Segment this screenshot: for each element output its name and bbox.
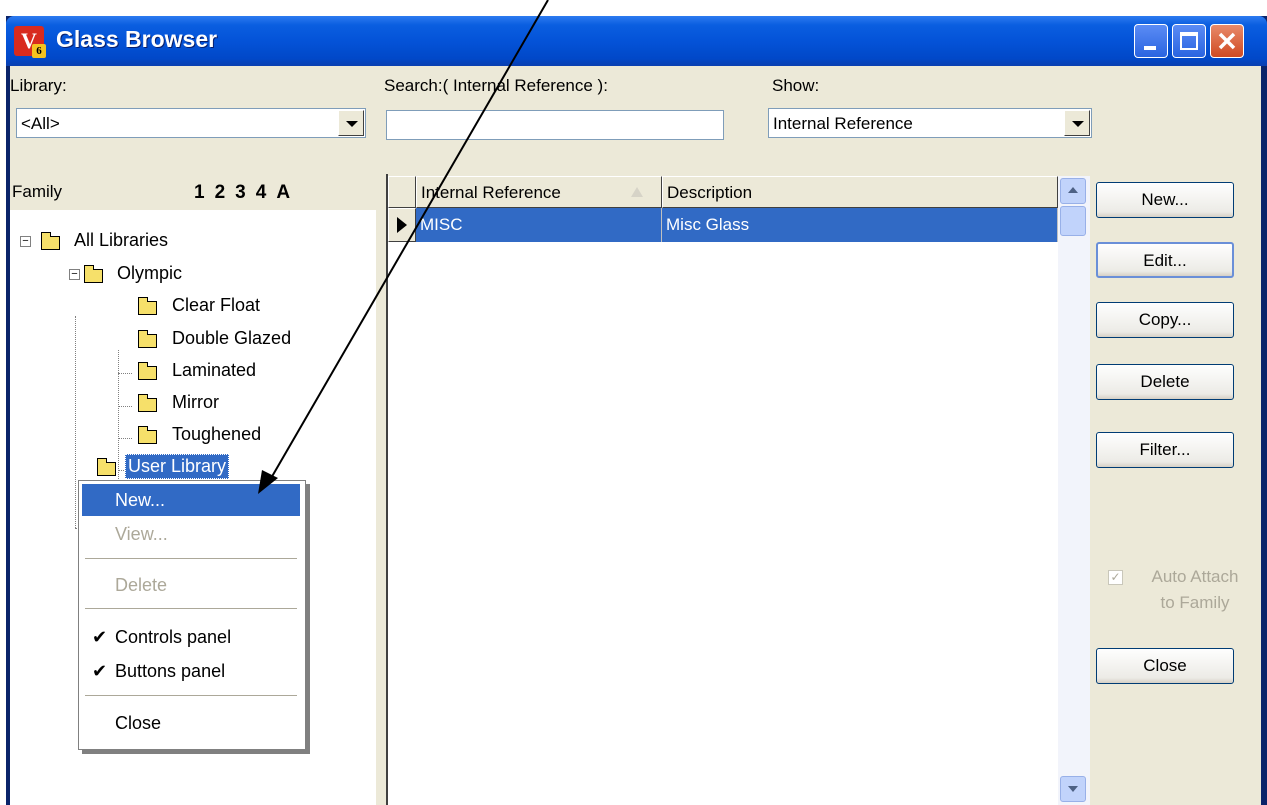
folder-icon (138, 426, 157, 444)
scroll-down-button[interactable] (1060, 776, 1086, 802)
menu-item-new[interactable]: New... (82, 484, 300, 516)
show-select[interactable]: Internal Reference (768, 108, 1092, 138)
cell-internal-reference[interactable]: MISC (416, 208, 662, 242)
column-header-description[interactable]: Description (662, 176, 1058, 208)
window-title: Glass Browser (56, 26, 218, 52)
library-label: Library: (10, 76, 67, 95)
grid-header: Internal Reference Description (388, 176, 1058, 208)
row-indicator-header (388, 176, 416, 208)
menu-item-controls-panel[interactable]: ✔ Controls panel (82, 621, 300, 653)
context-menu: New... View... Delete ✔ Controls panel ✔ B… (78, 480, 306, 750)
tree-line (118, 406, 132, 407)
cell-description[interactable]: Misc Glass (662, 208, 1058, 242)
level-2-button[interactable]: 2 (215, 182, 226, 203)
scroll-thumb[interactable] (1060, 206, 1086, 236)
tree-line (118, 373, 132, 374)
minimize-button[interactable] (1134, 24, 1168, 58)
collapse-icon[interactable]: − (20, 236, 31, 247)
current-row-icon (397, 217, 407, 233)
maximize-button[interactable] (1172, 24, 1206, 58)
minimize-icon (1144, 46, 1156, 50)
column-header-internal-reference[interactable]: Internal Reference (416, 176, 662, 208)
library-value: <All> (21, 114, 60, 133)
copy-button[interactable]: Copy... (1096, 302, 1234, 338)
menu-separator (85, 608, 297, 609)
checkmark-icon: ✔ (92, 661, 108, 681)
chevron-up-icon (1068, 187, 1078, 193)
chevron-down-icon (1072, 121, 1084, 127)
maximize-icon (1180, 32, 1198, 50)
collapse-icon[interactable]: − (69, 269, 80, 280)
panel-splitter[interactable] (376, 174, 388, 805)
menu-separator (85, 558, 297, 559)
family-levels: 1234A (194, 182, 300, 204)
folder-icon (138, 394, 157, 412)
search-input[interactable] (386, 110, 724, 140)
folder-icon (84, 265, 103, 283)
folder-icon (138, 330, 157, 348)
title-bar[interactable]: V6 Glass Browser (6, 16, 1267, 66)
glass-grid[interactable]: Internal Reference Description MISC Misc… (388, 176, 1058, 805)
tree-line (75, 316, 76, 528)
level-all-button[interactable]: A (276, 182, 290, 203)
new-button[interactable]: New... (1096, 182, 1234, 218)
menu-separator (85, 695, 297, 696)
folder-icon (41, 232, 60, 250)
close-icon (1218, 32, 1236, 50)
edit-button[interactable]: Edit... (1096, 242, 1234, 278)
table-row[interactable]: MISC Misc Glass (388, 208, 1058, 242)
sort-ascending-icon (631, 187, 643, 197)
menu-item-buttons-panel[interactable]: ✔ Buttons panel (82, 655, 300, 687)
level-3-button[interactable]: 3 (235, 182, 246, 203)
show-label: Show: (772, 76, 820, 95)
chevron-down-icon (346, 121, 358, 127)
show-dropdown-button[interactable] (1064, 110, 1090, 136)
close-button[interactable]: Close (1096, 648, 1234, 684)
search-label: Search:( Internal Reference ): (384, 76, 608, 95)
close-window-button[interactable] (1210, 24, 1244, 58)
grid-vertical-scrollbar[interactable] (1058, 176, 1090, 805)
folder-icon (138, 297, 157, 315)
scroll-up-button[interactable] (1060, 178, 1086, 204)
auto-attach-label: Auto Attach to Family (1151, 567, 1239, 612)
tree-line (118, 350, 119, 495)
family-label: Family (12, 182, 63, 201)
menu-item-view[interactable]: View... (82, 518, 300, 550)
show-value: Internal Reference (773, 114, 913, 133)
tree-line (118, 438, 132, 439)
family-header: Family 1234A (10, 174, 376, 210)
row-indicator (388, 208, 416, 242)
delete-button[interactable]: Delete (1096, 364, 1234, 400)
library-dropdown-button[interactable] (338, 110, 364, 136)
filter-button[interactable]: Filter... (1096, 432, 1234, 468)
menu-item-close[interactable]: Close (82, 707, 300, 739)
level-4-button[interactable]: 4 (256, 182, 267, 203)
app-icon: V6 (14, 26, 46, 58)
level-1-button[interactable]: 1 (194, 182, 205, 203)
folder-icon (138, 362, 157, 380)
open-folder-icon (97, 458, 116, 476)
library-select[interactable]: <All> (16, 108, 366, 138)
checkmark-icon: ✔ (92, 627, 108, 647)
menu-item-delete[interactable]: Delete (82, 569, 300, 601)
chevron-down-icon (1068, 786, 1078, 792)
